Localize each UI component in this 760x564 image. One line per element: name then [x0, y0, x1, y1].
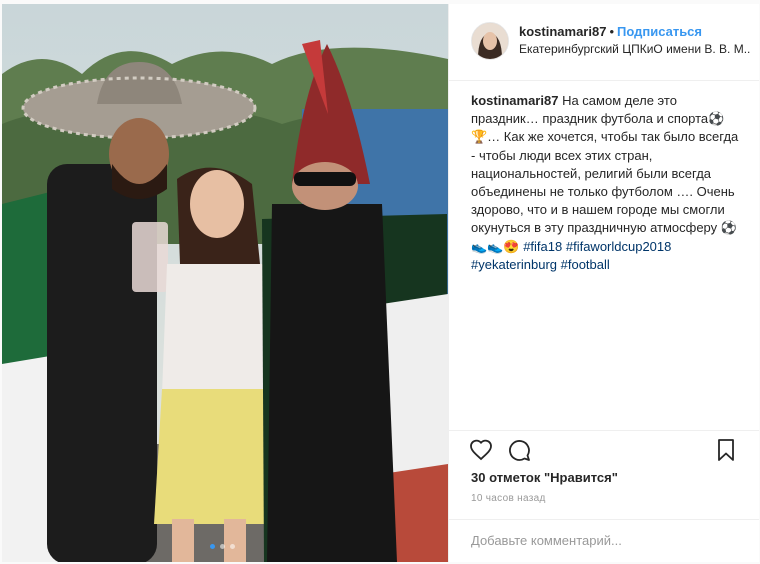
separator-dot: • — [609, 24, 614, 39]
post-photo[interactable] — [2, 4, 448, 562]
caption: kostinamari87 На самом деле это праздник… — [471, 92, 743, 274]
comment-divider — [449, 519, 759, 520]
hashtag-yekaterinburg[interactable]: #yekaterinburg — [471, 257, 557, 272]
post-sidebar: kostinamari87 • Подписаться Екатеринбургск… — [448, 4, 759, 562]
hashtag-fifa18[interactable]: #fifa18 — [523, 239, 562, 254]
avatar[interactable] — [471, 22, 509, 60]
comment-input[interactable] — [469, 526, 743, 554]
post-view: kostinamari87 • Подписаться Екатеринбургск… — [0, 0, 760, 564]
bookmark-icon[interactable] — [715, 438, 737, 467]
likes-count[interactable]: 30 отметок "Нравится" — [471, 470, 618, 485]
heart-icon[interactable] — [469, 438, 493, 467]
follow-button[interactable]: Подписаться — [617, 24, 702, 39]
hashtag-football[interactable]: #football — [561, 257, 610, 272]
location-link[interactable]: Екатеринбургский ЦПКиО имени В. В. М... — [519, 42, 751, 56]
avatar-image — [472, 23, 508, 59]
post-timestamp: 10 часов назад — [471, 493, 546, 504]
username-link[interactable]: kostinamari87 — [519, 24, 606, 39]
carousel-dot-1[interactable] — [210, 544, 215, 549]
post-header: kostinamari87 • Подписаться Екатеринбургск… — [449, 4, 759, 81]
carousel-dot-2[interactable] — [220, 544, 225, 549]
caption-username[interactable]: kostinamari87 — [471, 93, 558, 108]
header-user-line: kostinamari87 • Подписаться — [519, 24, 702, 39]
caption-text: На самом деле это праздник… праздник фут… — [471, 93, 739, 254]
actions-divider — [449, 430, 759, 431]
carousel-dot-3[interactable] — [230, 544, 235, 549]
carousel-indicator — [210, 544, 235, 549]
photo-image — [2, 4, 448, 562]
comment-icon[interactable] — [507, 438, 531, 467]
hashtag-fifaworldcup2018[interactable]: #fifaworldcup2018 — [566, 239, 672, 254]
